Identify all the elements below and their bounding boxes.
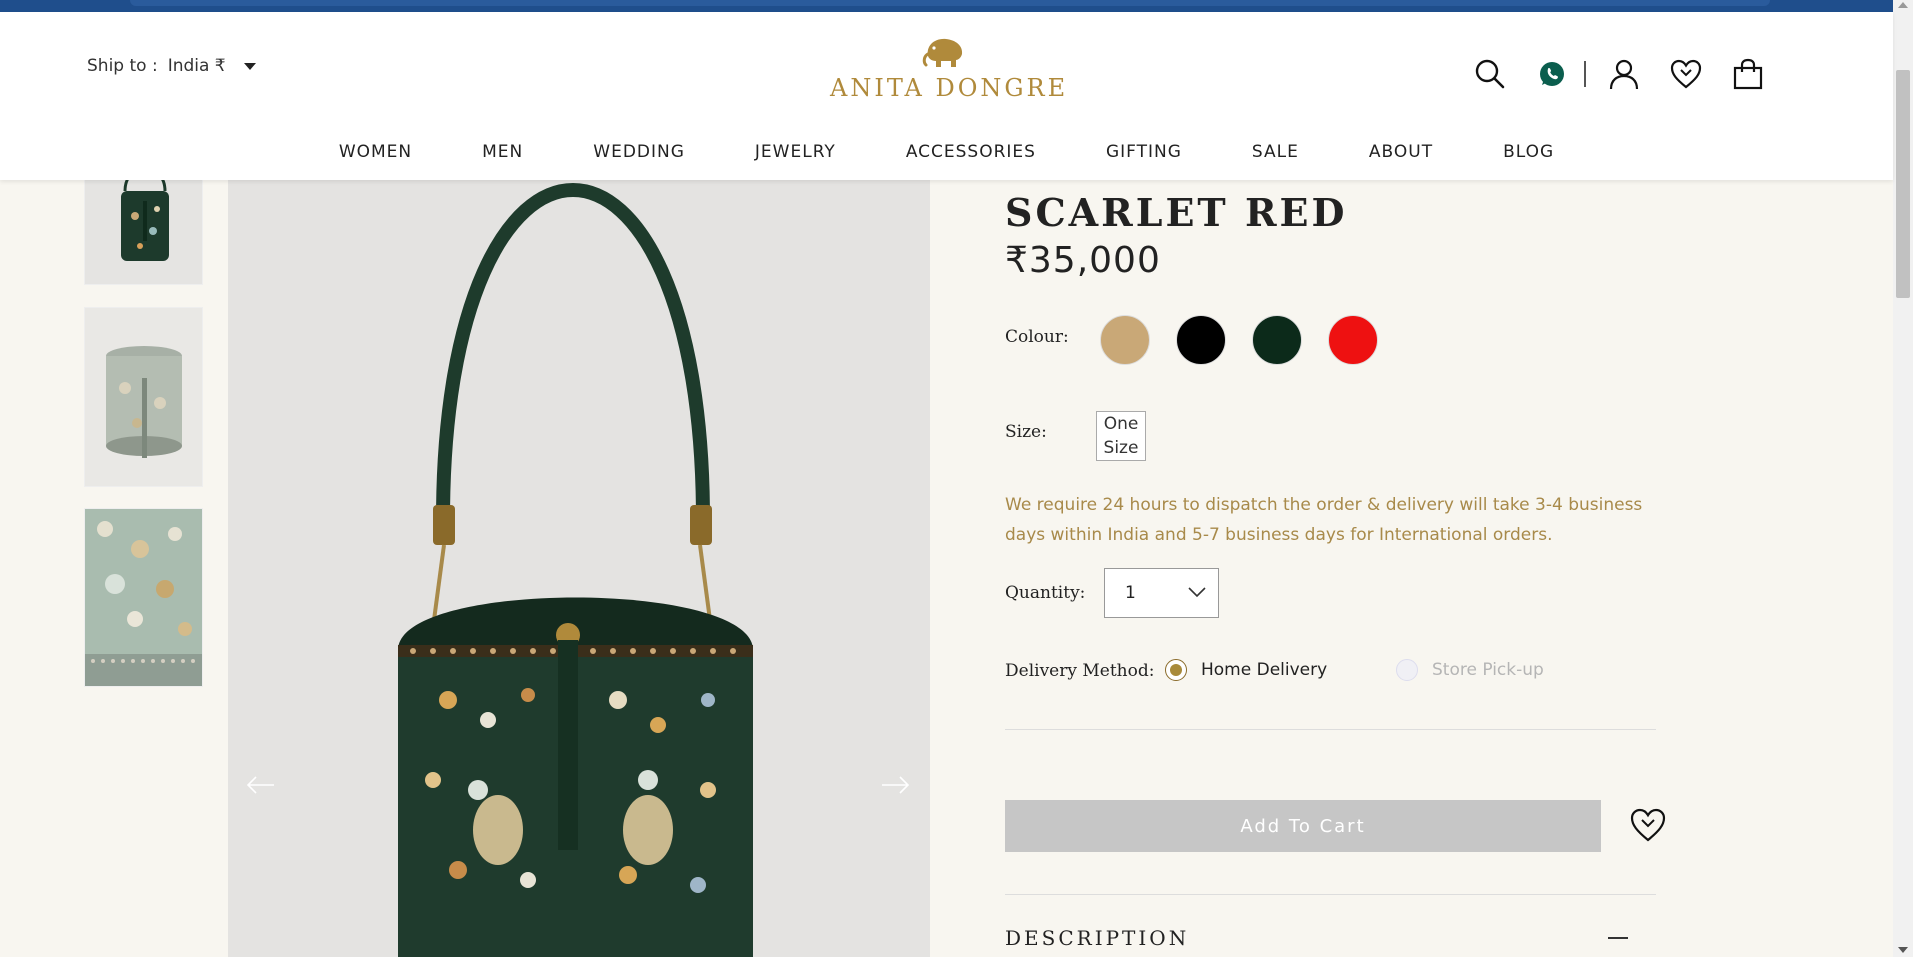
user-icon[interactable] [1604,54,1644,94]
delivery-option-home[interactable]: Home Delivery [1165,659,1327,681]
elephant-logo-icon [922,38,963,67]
site-header: Ship to : India ₹ ANITA DONGRE WOMEN MEN… [0,12,1893,180]
delivery-option-store[interactable]: Store Pick-up [1396,659,1544,681]
country-value: India ₹ [167,56,226,76]
size-option-one-size[interactable]: One Size [1096,411,1146,461]
top-bar-inner [130,0,1770,6]
scroll-down-arrow-icon[interactable] [1898,947,1908,953]
chevron-down-icon [1188,587,1206,598]
wishlist-icon[interactable] [1666,54,1706,94]
description-divider [1005,894,1656,895]
search-icon[interactable] [1470,54,1510,94]
page-scrollbar[interactable] [1893,0,1913,957]
product-price: ₹35,000 [1005,240,1161,281]
nav-item-blog[interactable]: BLOG [1503,142,1554,162]
whatsapp-icon[interactable] [1532,54,1572,94]
nav-item-sale[interactable]: SALE [1252,142,1299,162]
delivery-method-label: Delivery Method: [1005,661,1155,681]
product-thumbnail-2[interactable] [84,307,203,487]
colour-swatch-green[interactable] [1252,315,1302,365]
previous-image-arrow-icon[interactable] [246,770,276,800]
product-main-image [228,140,930,957]
description-accordion-header[interactable]: DESCRIPTION [1005,926,1189,950]
bucket-bag-illustration [398,183,753,957]
nav-item-gifting[interactable]: GIFTING [1106,142,1182,162]
quantity-label: Quantity: [1005,583,1086,603]
colour-label: Colour: [1005,327,1069,347]
colour-swatch-black[interactable] [1176,315,1226,365]
caret-down-icon [243,62,256,70]
ship-to-selector: Ship to : India ₹ [87,56,256,76]
delivery-store-label: Store Pick-up [1432,660,1544,680]
nav-item-jewelry[interactable]: JEWELRY [755,142,836,162]
colour-swatches [1100,315,1378,365]
scrollbar-thumb[interactable] [1896,70,1910,298]
header-separator [1584,61,1586,87]
size-label: Size: [1005,422,1047,442]
header-icons [1470,54,1768,94]
brand-logo[interactable]: ANITA DONGRE [830,34,1069,102]
country-dropdown[interactable]: India ₹ [168,56,256,76]
product-thumbnail-3[interactable] [84,508,203,687]
colour-swatch-beige[interactable] [1100,315,1150,365]
nav-item-accessories[interactable]: ACCESSORIES [906,142,1036,162]
radio-disabled [1396,659,1418,681]
nav-item-about[interactable]: ABOUT [1369,142,1433,162]
add-to-wishlist-icon[interactable] [1630,808,1666,842]
ship-to-label: Ship to : [87,56,158,76]
main-navigation: WOMEN MEN WEDDING JEWELRY ACCESSORIES GI… [0,142,1893,162]
product-title: SCARLET RED [1005,190,1348,235]
nav-item-wedding[interactable]: WEDDING [593,142,685,162]
nav-item-men[interactable]: MEN [482,142,523,162]
bag-icon[interactable] [1728,54,1768,94]
next-image-arrow-icon[interactable] [880,770,910,800]
delivery-home-label: Home Delivery [1201,660,1328,680]
quantity-select[interactable]: 1 [1104,568,1219,618]
section-divider [1005,729,1656,730]
add-to-cart-button[interactable]: Add To Cart [1005,800,1601,852]
collapse-minus-icon[interactable] [1608,937,1628,939]
radio-selected [1165,659,1187,681]
scroll-up-arrow-icon[interactable] [1898,2,1908,8]
quantity-value: 1 [1125,583,1136,603]
top-announcement-bar [0,0,1893,12]
nav-item-women[interactable]: WOMEN [339,142,412,162]
colour-swatch-red[interactable] [1328,315,1378,365]
brand-name: ANITA DONGRE [830,74,1069,102]
dispatch-note: We require 24 hours to dispatch the orde… [1005,495,1643,545]
